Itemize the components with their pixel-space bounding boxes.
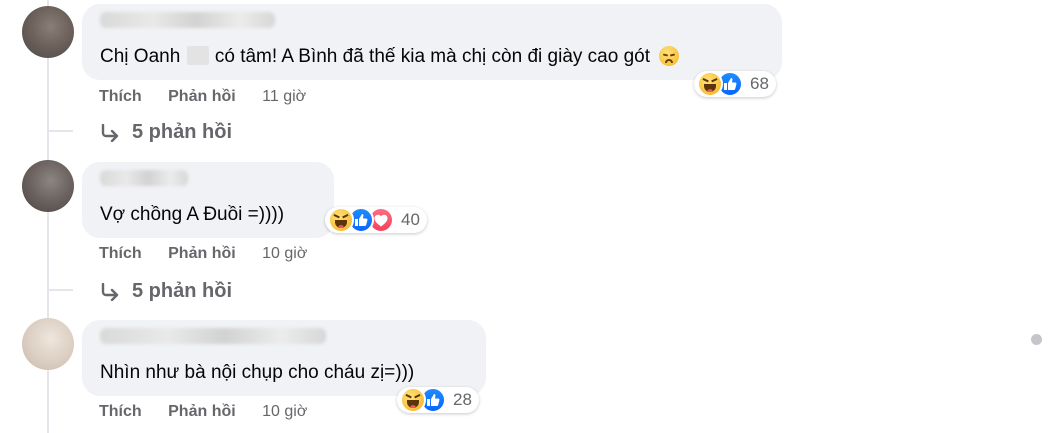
- comment-actions: Thích Phản hồi 11 giờ: [99, 88, 306, 106]
- reaction-count: 68: [750, 74, 769, 93]
- view-replies-button[interactable]: 5 phản hồi: [100, 121, 232, 144]
- reaction-count: 28: [453, 390, 472, 409]
- like-button[interactable]: Thích: [99, 245, 142, 262]
- comment-bubble: Chị Oanh có tâm! A Bình đã thế kia mà ch…: [82, 4, 782, 80]
- avatar[interactable]: [22, 318, 74, 370]
- comment-actions: Thích Phản hồi 10 giờ: [99, 403, 307, 421]
- thread-branch: [47, 289, 73, 291]
- replies-label: 5 phản hồi: [132, 121, 232, 143]
- comment-text: Nhìn như bà nội chụp cho cháu zị=))): [100, 362, 415, 383]
- haha-reaction-icon: [328, 207, 354, 233]
- comment-timestamp[interactable]: 10 giờ: [262, 245, 307, 262]
- avatar[interactable]: [22, 6, 74, 58]
- comment-author-redacted[interactable]: [100, 328, 326, 344]
- disappointed-face-icon: [659, 46, 680, 66]
- reaction-summary[interactable]: 68: [694, 71, 776, 97]
- reply-arrow-icon: [101, 282, 119, 301]
- haha-reaction-icon: [697, 71, 723, 97]
- like-button[interactable]: Thích: [99, 88, 142, 105]
- reply-button[interactable]: Phản hồi: [168, 245, 236, 262]
- reply-button[interactable]: Phản hồi: [168, 403, 236, 420]
- reaction-count: 40: [401, 210, 420, 229]
- comment-bubble: Nhìn như bà nội chụp cho cháu zị=))): [82, 320, 486, 396]
- replies-label: 5 phản hồi: [132, 280, 232, 302]
- scrollbar-indicator[interactable]: [1031, 334, 1042, 345]
- comment-text: Chị Oanh có tâm! A Bình đã thế kia mà ch…: [100, 46, 680, 68]
- comment-author-redacted[interactable]: [100, 12, 275, 28]
- avatar[interactable]: [22, 160, 74, 212]
- comment-actions: Thích Phản hồi 10 giờ: [99, 245, 307, 263]
- comment-timestamp[interactable]: 10 giờ: [262, 403, 307, 420]
- reply-arrow-icon: [101, 123, 119, 142]
- haha-reaction-icon: [400, 387, 426, 413]
- like-button[interactable]: Thích: [99, 403, 142, 420]
- reaction-summary[interactable]: 40: [325, 207, 427, 233]
- thread-branch: [47, 130, 73, 132]
- comment-author-redacted[interactable]: [100, 170, 188, 186]
- reaction-summary[interactable]: 28: [397, 387, 479, 413]
- view-replies-button[interactable]: 5 phản hồi: [100, 280, 232, 303]
- redacted-text: [186, 46, 209, 65]
- reply-button[interactable]: Phản hồi: [168, 88, 236, 105]
- comment-timestamp[interactable]: 11 giờ: [262, 88, 306, 105]
- comment-bubble: Vợ chồng A Đuồi =)))): [82, 162, 334, 238]
- comment-text: Vợ chồng A Đuồi =)))): [100, 204, 285, 225]
